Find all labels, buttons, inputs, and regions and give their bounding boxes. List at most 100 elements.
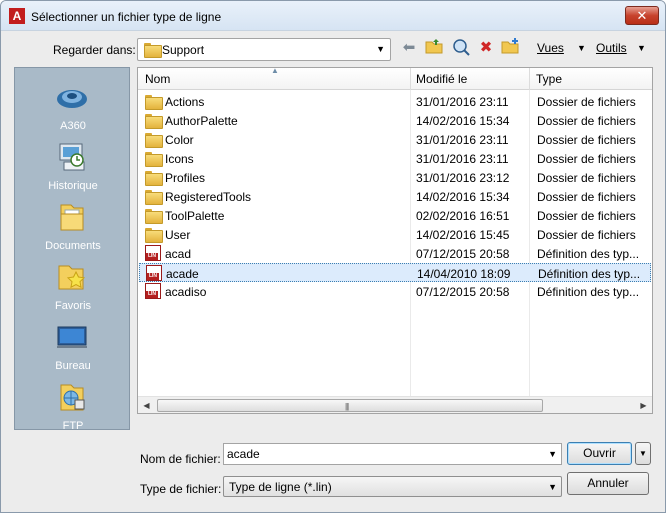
delete-icon[interactable]: ✖	[476, 38, 496, 58]
lin-file-icon	[146, 265, 162, 281]
tools-chevron-down-icon[interactable]: ▼	[637, 43, 646, 53]
folder-row[interactable]: Profiles 31/01/2016 23:12 Dossier de fichi…	[139, 168, 651, 187]
title-bar: A Sélectionner un fichier type de ligne …	[1, 1, 665, 31]
views-menu[interactable]: Vues	[537, 41, 564, 55]
scroll-right-icon[interactable]: ▶	[635, 397, 652, 414]
cancel-button[interactable]: Annuler	[567, 472, 649, 495]
place-label: Bureau	[55, 360, 91, 372]
lin-file-icon	[145, 245, 161, 261]
filetype-label: Type de fichier:	[140, 482, 221, 496]
file-type: Définition des typ...	[537, 285, 640, 299]
folder-icon	[145, 133, 163, 149]
folder-icon	[145, 228, 163, 244]
file-modified-date: 02/02/2016 16:51	[416, 209, 510, 223]
filename-input[interactable]	[227, 446, 537, 462]
autocad-logo-icon: A	[9, 8, 25, 24]
place-documents[interactable]: Documents	[15, 194, 131, 254]
file-name: Color	[165, 133, 194, 147]
file-type: Dossier de fichiers	[537, 152, 636, 166]
filetype-value: Type de ligne (*.lin)	[229, 480, 332, 494]
file-type: Dossier de fichiers	[537, 133, 636, 147]
folder-icon	[145, 95, 163, 111]
chevron-down-icon[interactable]: ▼	[548, 449, 557, 459]
column-separator[interactable]	[529, 68, 530, 90]
file-name: ToolPalette	[165, 209, 225, 223]
file-name: AuthorPalette	[165, 114, 238, 128]
lin-file-icon	[145, 283, 161, 299]
search-web-icon[interactable]	[451, 38, 471, 58]
column-header-modified[interactable]: Modifié le	[416, 72, 467, 86]
tools-menu[interactable]: Outils	[596, 41, 627, 55]
file-type: Dossier de fichiers	[537, 209, 636, 223]
back-arrow-icon[interactable]: ⬅	[399, 38, 419, 58]
place-desktop[interactable]: Bureau	[15, 314, 131, 374]
folder-icon	[145, 114, 163, 130]
column-header-row: ▲ Nom Modifié le Type	[138, 66, 652, 90]
filename-combo[interactable]: ▼	[223, 443, 562, 465]
up-folder-icon[interactable]	[424, 38, 444, 58]
file-modified-date: 31/01/2016 23:11	[416, 133, 509, 147]
file-modified-date: 14/02/2016 15:34	[416, 190, 510, 204]
scrollbar-thumb[interactable]: |||	[157, 399, 543, 412]
views-chevron-down-icon[interactable]: ▼	[577, 43, 586, 53]
look-in-value: Support	[162, 43, 205, 57]
filename-label-text: Nom de fichier:	[140, 452, 221, 466]
folder-row[interactable]: Icons 31/01/2016 23:11 Dossier de fichiers	[139, 149, 651, 168]
file-name: Actions	[165, 95, 205, 109]
new-folder-icon[interactable]	[500, 38, 520, 58]
open-button[interactable]: Ouvrir	[567, 442, 632, 465]
tools-label: Outils	[596, 41, 627, 55]
folder-row[interactable]: Actions 31/01/2016 23:11 Dossier de fichie…	[139, 92, 651, 111]
window-title: Sélectionner un fichier type de ligne	[31, 10, 222, 24]
column-header-type[interactable]: Type	[536, 72, 562, 86]
look-in-dropdown[interactable]: Support ▼	[137, 38, 391, 61]
folder-row[interactable]: Color 31/01/2016 23:11 Dossier de fichiers	[139, 130, 651, 149]
column-header-name[interactable]: Nom	[145, 72, 170, 86]
filename-label: Nom de fichier:	[140, 452, 221, 466]
folder-row[interactable]: AuthorPalette 14/02/2016 15:34 Dossier de …	[139, 111, 651, 130]
file-type: Dossier de fichiers	[537, 228, 636, 242]
folder-row[interactable]: RegisteredTools 14/02/2016 15:34 Dossier d…	[139, 187, 651, 206]
filetype-dropdown[interactable]: Type de ligne (*.lin) ▼	[223, 476, 562, 497]
file-modified-date: 07/12/2015 20:58	[416, 247, 510, 261]
horizontal-scrollbar[interactable]: ◀ ||| ▶	[138, 396, 652, 413]
file-row[interactable]: acade 14/04/2010 18:09 Définition des typ.…	[139, 263, 651, 282]
place-label: Favoris	[54, 300, 92, 312]
file-list: ▲ Nom Modifié le Type Actions 31/01/2016 …	[137, 66, 653, 414]
place-a360[interactable]: A360	[15, 74, 131, 134]
place-history[interactable]: Historique	[15, 134, 131, 194]
chevron-down-icon: ▼	[548, 482, 557, 492]
favorites-icon	[58, 265, 86, 290]
file-type: Dossier de fichiers	[537, 114, 636, 128]
file-modified-date: 07/12/2015 20:58	[416, 285, 510, 299]
folder-row[interactable]: User 14/02/2016 15:45 Dossier de fichiers	[139, 225, 651, 244]
place-label: Historique	[48, 180, 98, 192]
folder-row[interactable]: ToolPalette 02/02/2016 16:51 Dossier de fi…	[139, 206, 651, 225]
look-in-label: Regarder dans:	[53, 43, 136, 57]
file-name: acade	[166, 267, 199, 281]
sort-ascending-icon: ▲	[271, 66, 279, 75]
file-name: User	[165, 228, 191, 242]
place-label: FTP	[62, 420, 84, 432]
file-type: Définition des typ...	[538, 267, 641, 281]
file-row[interactable]: acadiso 07/12/2015 20:58 Définition des ty…	[139, 282, 651, 301]
scroll-left-icon[interactable]: ◀	[138, 397, 155, 414]
column-separator[interactable]	[410, 68, 411, 90]
folder-icon	[145, 152, 163, 168]
file-modified-date: 31/01/2016 23:12	[416, 171, 510, 185]
place-favorites[interactable]: Favoris	[15, 254, 131, 314]
file-modified-date: 31/01/2016 23:11	[416, 152, 509, 166]
file-row[interactable]: acad 07/12/2015 20:58 Définition des typ..…	[139, 244, 651, 263]
file-name: RegisteredTools	[165, 190, 252, 204]
file-name: Icons	[165, 152, 194, 166]
file-type: Dossier de fichiers	[537, 171, 636, 185]
places-sidebar: A360 Historique Documents Favoris Bureau…	[14, 67, 131, 432]
file-modified-date: 14/02/2016 15:34	[416, 114, 510, 128]
ftp-icon	[60, 384, 85, 411]
place-ftp[interactable]: FTP	[15, 374, 131, 434]
file-type: Dossier de fichiers	[537, 190, 636, 204]
place-label: A360	[60, 120, 86, 132]
open-options-button[interactable]: ▼	[635, 442, 651, 465]
views-label: Vues	[537, 41, 564, 55]
close-button[interactable]: ✕	[625, 6, 659, 25]
